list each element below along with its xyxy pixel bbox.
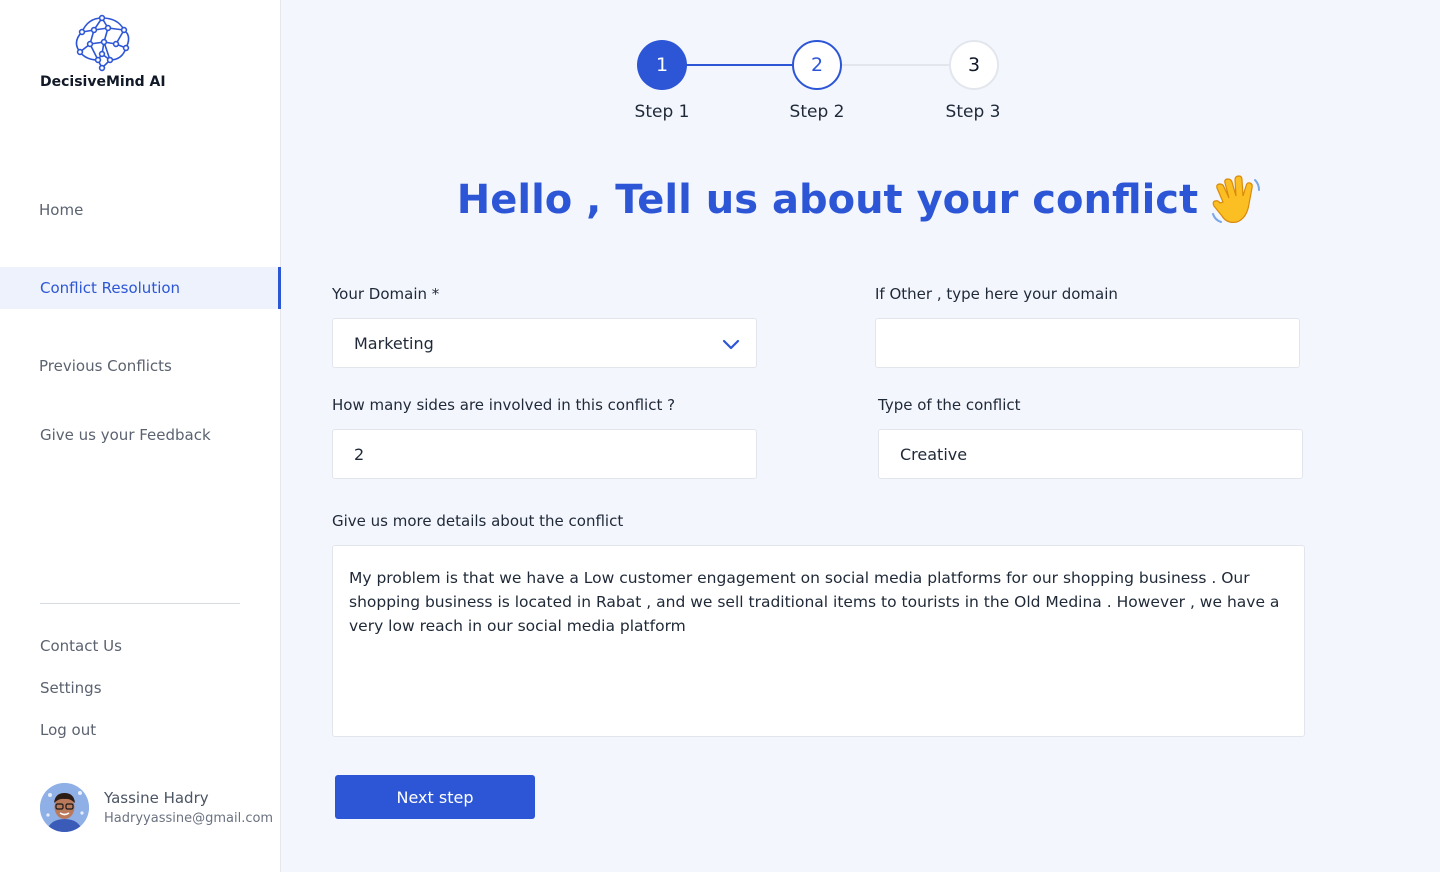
waving-hand-icon [1212, 175, 1261, 223]
sidebar-divider [40, 603, 240, 604]
sidebar-item-home[interactable]: Home [0, 189, 281, 231]
brand-logo[interactable]: DecisiveMind AI [40, 12, 166, 90]
logout-link[interactable]: Log out [40, 721, 96, 739]
step-2-indicator[interactable]: 2 [792, 40, 842, 90]
page-title: Hello , Tell us about your conflict [456, 177, 1199, 223]
avatar [40, 783, 89, 832]
sidebar-item-conflict-resolution[interactable]: Conflict Resolution [0, 267, 281, 309]
step-2-label: Step 2 [789, 102, 845, 122]
domain-selected-value: Marketing [354, 333, 434, 353]
details-label: Give us more details about the conflict [332, 512, 624, 530]
settings-link[interactable]: Settings [40, 679, 102, 697]
brand-name: DecisiveMind AI [40, 74, 166, 90]
brain-network-icon [75, 14, 130, 72]
next-step-button[interactable]: Next step [335, 775, 535, 819]
page-heading: Hello , Tell us about your conflict [282, 172, 1440, 228]
conflict-type-label: Type of the conflict [878, 396, 1021, 414]
step-1-indicator[interactable]: 1 [637, 40, 687, 90]
details-textarea[interactable]: My problem is that we have a Low custome… [332, 545, 1305, 737]
step-3-indicator[interactable]: 3 [949, 40, 999, 90]
domain-label: Your Domain * [332, 285, 440, 303]
sidebar-item-feedback[interactable]: Give us your Feedback [0, 414, 281, 456]
details-text: My problem is that we have a Low custome… [349, 569, 1280, 635]
user-profile[interactable]: Yassine Hadry Hadryyassine@gmail.com [40, 783, 273, 832]
other-domain-input[interactable] [897, 319, 1299, 367]
step-3-label: Step 3 [945, 102, 1001, 122]
domain-select[interactable]: Marketing [332, 318, 757, 368]
sides-label: How many sides are involved in this conf… [332, 396, 676, 414]
chevron-down-icon[interactable] [722, 335, 740, 353]
step-connector-2-3 [840, 64, 952, 66]
other-domain-field[interactable] [875, 318, 1300, 368]
other-domain-label: If Other , type here your domain [875, 285, 1118, 303]
user-email: Hadryyassine@gmail.com [104, 811, 274, 826]
step-1-label: Step 1 [634, 102, 690, 122]
conflict-type-field[interactable] [878, 429, 1303, 479]
step-connector-1-2 [685, 64, 795, 66]
contact-us-link[interactable]: Contact Us [40, 637, 122, 655]
sidebar: DecisiveMind AI Home Conflict Resolution… [0, 0, 281, 872]
sidebar-item-previous-conflicts[interactable]: Previous Conflicts [0, 345, 281, 387]
sides-field[interactable] [332, 429, 757, 479]
user-name: Yassine Hadry [104, 789, 209, 807]
conflict-type-input[interactable] [900, 430, 1302, 478]
sides-input[interactable] [354, 430, 756, 478]
